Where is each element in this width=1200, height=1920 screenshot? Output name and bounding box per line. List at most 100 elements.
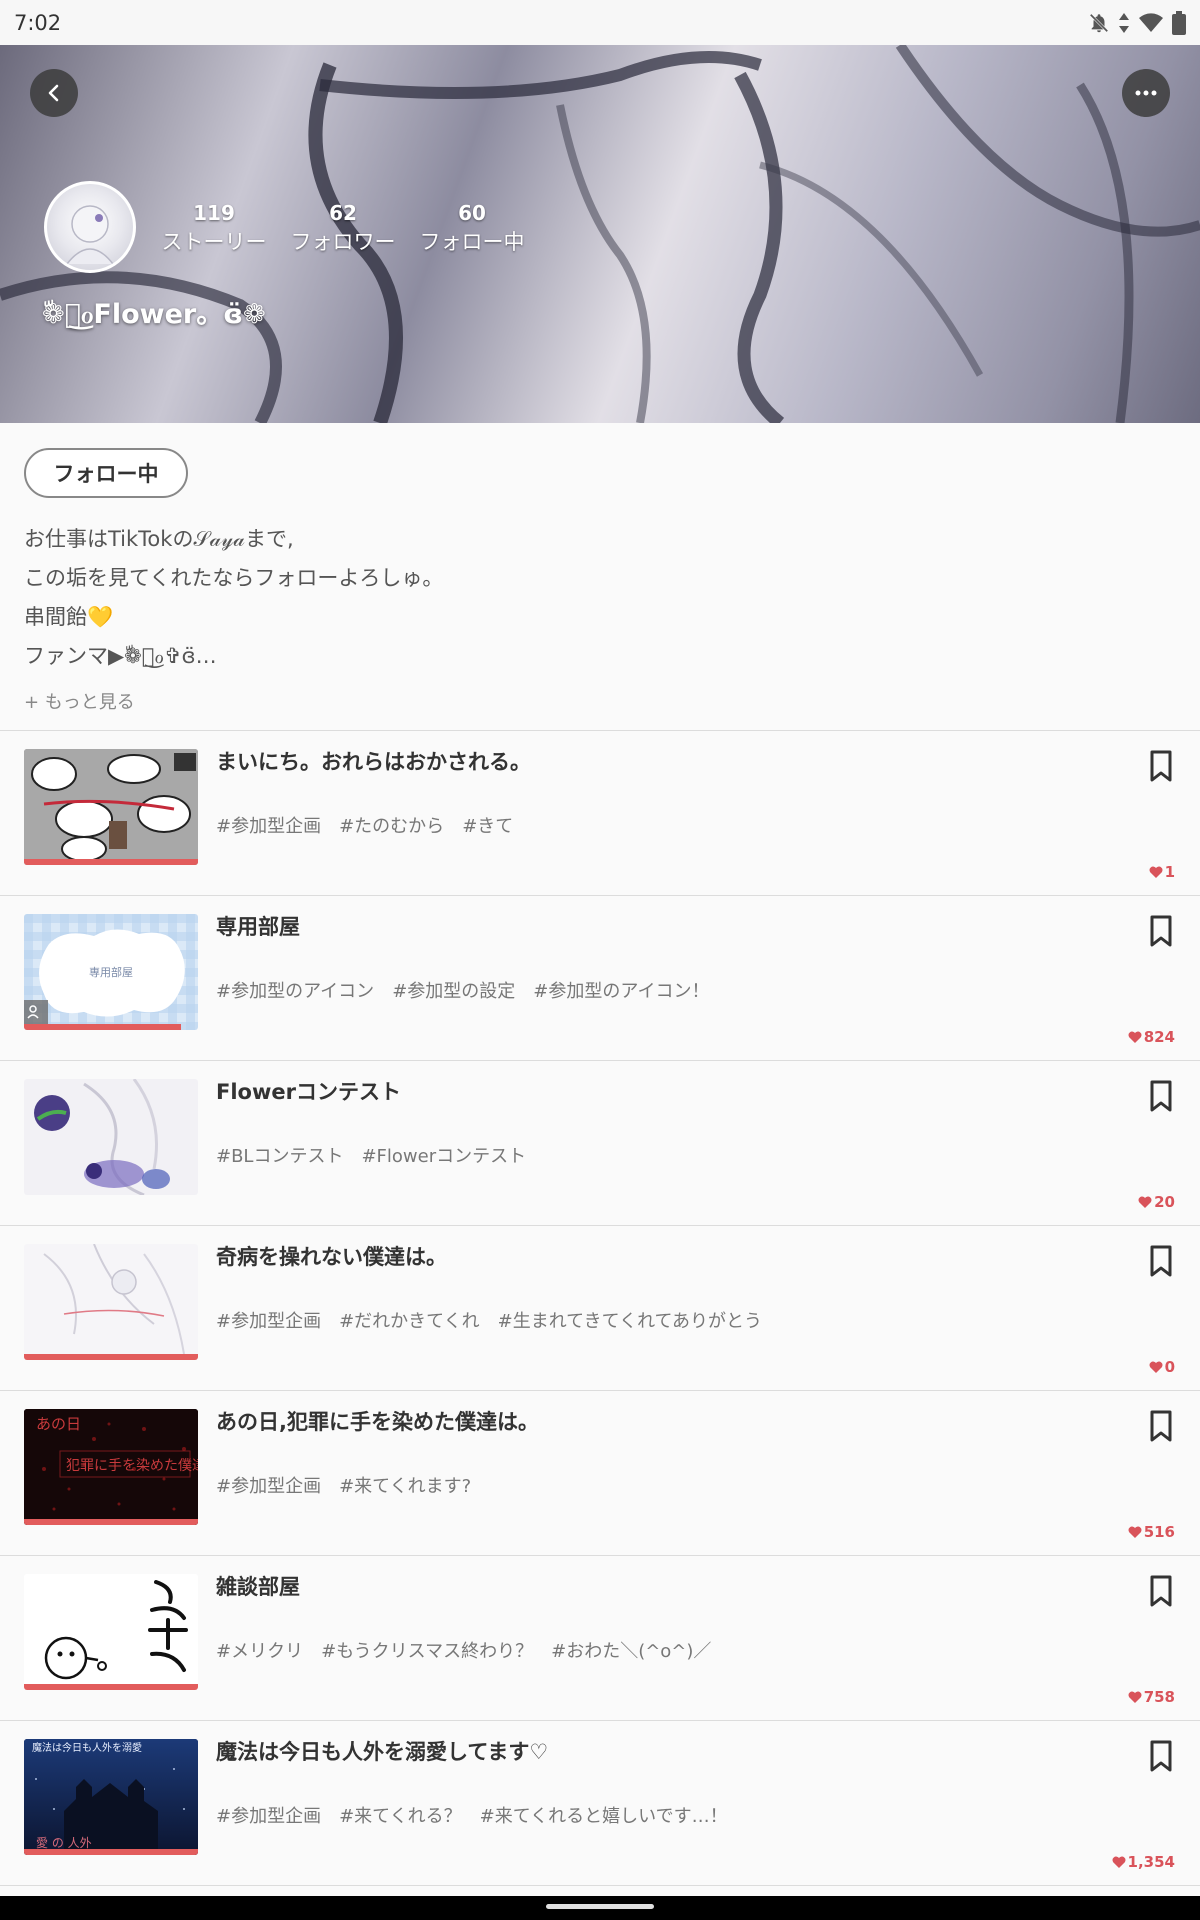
avatar[interactable] xyxy=(44,181,136,273)
heart-icon xyxy=(1128,1691,1142,1703)
tag-link[interactable]: #来てくれると嬉しいです…！ xyxy=(480,1806,728,1827)
thumbnail-text: 魔法は今日も人外を溺愛 xyxy=(32,1741,142,1754)
tag-link[interactable]: #もうクリスマス終わり？ xyxy=(321,1641,533,1662)
display-name: ❁ّཻ͜ℴFlower。ɞ̈❁ xyxy=(42,299,266,330)
bio-line: ファンマ▶❁ّཻ͜ℴ✞ɞ̈… xyxy=(24,644,217,668)
tag-link[interactable]: #参加型のアイコン！ xyxy=(533,981,709,1002)
story-title: 魔法は今日も人外を溺愛してます♡ xyxy=(216,1740,549,1764)
more-options-button[interactable] xyxy=(1122,69,1170,117)
following-button[interactable]: フォロー中 xyxy=(24,448,188,498)
thumbnail-text: 犯罪に手を染めた僕達は xyxy=(66,1458,198,1474)
stat-followers-label: フォロワー xyxy=(290,230,396,254)
like-count: 20 xyxy=(1138,1193,1175,1211)
progress-bar xyxy=(24,1849,198,1855)
story-thumbnail[interactable] xyxy=(24,1244,198,1360)
story-item[interactable]: 雑談部屋 #メリクリ #もうクリスマス終わり？ #おわた＼(^o^)／ 758 xyxy=(0,1555,1200,1720)
thumbnail-art xyxy=(24,1244,198,1360)
progress-bar xyxy=(24,859,198,865)
like-count-value: 1 xyxy=(1164,863,1175,881)
bookmark-icon[interactable] xyxy=(1146,1574,1176,1608)
story-title: 奇病を操れない僕達は。 xyxy=(216,1245,447,1269)
story-thumbnail[interactable]: 専用部屋 xyxy=(24,914,198,1030)
story-thumbnail[interactable] xyxy=(24,1574,198,1690)
tag-link[interactable]: #生まれてきてくれてありがとう xyxy=(498,1311,762,1332)
tag-link[interactable]: #参加型のアイコン xyxy=(216,981,374,1002)
story-tags: #参加型企画 #だれかきてくれ #生まれてきてくれてありがとう xyxy=(216,1310,780,1334)
stat-stories[interactable]: 119 ストーリー xyxy=(160,199,268,257)
heart-icon xyxy=(1138,1196,1152,1208)
list-divider xyxy=(0,1885,1200,1886)
story-title: あの日,犯罪に手を染めた僕達は。 xyxy=(216,1410,539,1434)
story-title: Flowerコンテスト xyxy=(216,1080,401,1104)
home-gesture-handle[interactable] xyxy=(546,1904,654,1909)
story-item[interactable]: 魔法は今日も人外を溺愛 愛 の 人外 魔法は今日も人外を溺愛してます♡ #参加型… xyxy=(0,1720,1200,1885)
story-tags: #参加型企画 #来てくれます? xyxy=(216,1475,489,1499)
bookmark-icon[interactable] xyxy=(1146,1409,1176,1443)
heart-icon xyxy=(1149,866,1163,878)
story-item[interactable]: 専用部屋 専用部屋 #参加型のアイコン #参加型の設定 #参加型のアイコン！ 824 xyxy=(0,895,1200,1060)
tag-link[interactable]: #BLコンテスト xyxy=(216,1146,343,1167)
see-more-link[interactable]: + もっと見る xyxy=(24,688,135,714)
tag-link[interactable]: #来てくれる？ xyxy=(339,1806,462,1827)
story-item[interactable]: Flowerコンテスト #BLコンテスト #Flowerコンテスト 20 xyxy=(0,1060,1200,1225)
story-item[interactable]: まいにち。おれらはおかされる。 #参加型企画 #たのむから #きて 1 xyxy=(0,730,1200,895)
stat-following[interactable]: 60 フォロー中 xyxy=(416,199,528,257)
tag-link[interactable]: #参加型企画 xyxy=(216,1806,321,1827)
bookmark-icon[interactable] xyxy=(1146,1244,1176,1278)
tag-link[interactable]: #Flowerコンテスト xyxy=(361,1146,526,1167)
heart-icon xyxy=(1128,1031,1142,1043)
thumbnail-text: 愛 の 人外 xyxy=(36,1836,92,1850)
navigation-bar xyxy=(0,1896,1200,1920)
like-count: 824 xyxy=(1128,1028,1175,1046)
tag-link[interactable]: #きて xyxy=(462,816,513,837)
thumbnail-art xyxy=(24,1079,198,1195)
bell-off-icon xyxy=(1089,13,1109,32)
progress-bar xyxy=(24,1354,198,1360)
story-item[interactable]: 奇病を操れない僕達は。 #参加型企画 #だれかきてくれ #生まれてきてくれてありがと… xyxy=(0,1225,1200,1390)
bio-line: お仕事はTikTokの𝒮𝒶𝓎𝒶まで, xyxy=(24,527,294,551)
story-tags: #参加型企画 #来てくれる？ #来てくれると嬉しいです…！ xyxy=(216,1805,746,1829)
stat-followers[interactable]: 62 フォロワー xyxy=(287,199,399,257)
bookmark-icon[interactable] xyxy=(1146,749,1176,783)
back-button[interactable] xyxy=(30,69,78,117)
profile-bio: お仕事はTikTokの𝒮𝒶𝓎𝒶まで, この垢を見てくれたならフォローよろしゅ。 … xyxy=(24,520,443,676)
story-thumbnail[interactable] xyxy=(24,749,198,865)
tag-link[interactable]: #参加型の設定 xyxy=(392,981,515,1002)
like-count-value: 758 xyxy=(1143,1688,1175,1706)
bookmark-icon[interactable] xyxy=(1146,1739,1176,1773)
stat-following-label: フォロー中 xyxy=(419,230,525,254)
tag-link[interactable]: #参加型企画 xyxy=(216,1311,321,1332)
status-time: 7:02 xyxy=(14,10,62,35)
chevron-left-icon xyxy=(48,84,59,102)
bookmark-icon[interactable] xyxy=(1146,914,1176,948)
heart-icon xyxy=(1128,1526,1142,1538)
story-item[interactable]: 犯罪に手を染めた僕達は あの日 あの日,犯罪に手を染めた僕達は。 #参加型企画#… xyxy=(0,1390,1200,1555)
story-thumbnail[interactable]: 犯罪に手を染めた僕達は あの日 xyxy=(24,1409,198,1525)
bookmark-icon[interactable] xyxy=(1146,1079,1176,1113)
story-title: 雑談部屋 xyxy=(216,1575,300,1599)
story-title: まいにち。おれらはおかされる。 xyxy=(216,750,531,774)
tag-link[interactable]: #来てくれます? xyxy=(339,1476,471,1497)
like-count-value: 20 xyxy=(1154,1193,1175,1211)
wifi-icon xyxy=(1139,12,1163,32)
profile-header: 119 ストーリー 62 フォロワー 60 フォロー中 ❁ّཻ͜ℴFlower。… xyxy=(0,45,1200,423)
tag-link[interactable]: #メリクリ xyxy=(216,1641,303,1662)
like-count-value: 1,354 xyxy=(1127,1853,1175,1871)
tag-link[interactable]: #たのむから xyxy=(339,816,444,837)
story-thumbnail[interactable]: 魔法は今日も人外を溺愛 愛 の 人外 xyxy=(24,1739,198,1855)
story-tags: #BLコンテスト #Flowerコンテスト xyxy=(216,1145,544,1169)
heart-icon xyxy=(1112,1856,1126,1868)
story-list: まいにち。おれらはおかされる。 #参加型企画 #たのむから #きて 1 専用部屋… xyxy=(0,730,1200,1886)
status-icons xyxy=(1088,10,1186,35)
battery-icon xyxy=(1172,10,1186,35)
tag-link[interactable]: #だれかきてくれ xyxy=(339,1311,480,1332)
story-tags: #参加型のアイコン #参加型の設定 #参加型のアイコン！ xyxy=(216,980,727,1004)
tag-link[interactable]: #参加型企画 xyxy=(216,816,321,837)
story-thumbnail[interactable] xyxy=(24,1079,198,1195)
tag-link[interactable]: #参加型企画 xyxy=(216,1476,321,1497)
thumbnail-art: 魔法は今日も人外を溺愛 愛 の 人外 xyxy=(24,1739,198,1855)
data-arrows-icon xyxy=(1119,12,1129,33)
tag-link[interactable]: #おわた＼(^o^)／ xyxy=(551,1641,711,1662)
thumbnail-caption: 専用部屋 xyxy=(89,966,133,979)
thumbnail-caption: あの日 xyxy=(36,1415,82,1433)
